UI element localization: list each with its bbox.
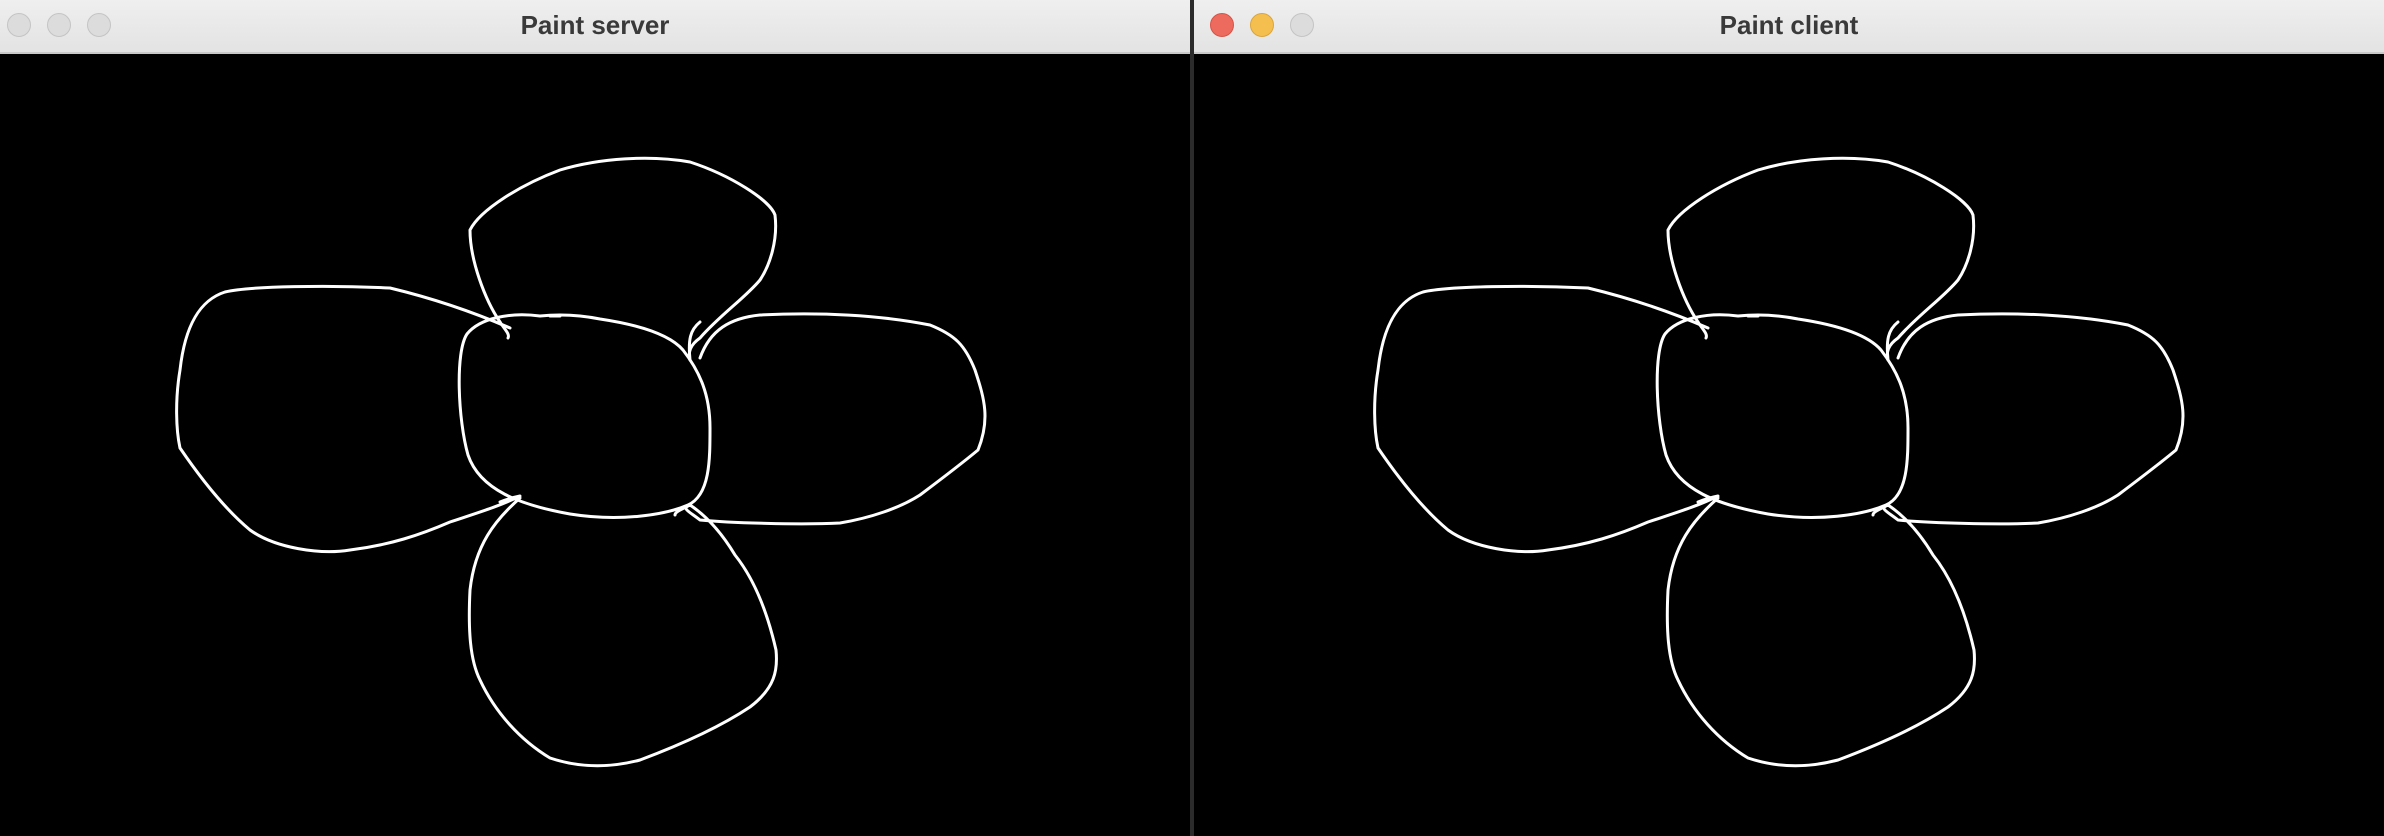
top-petal — [1666, 156, 1976, 362]
client-window-title: Paint client — [1719, 10, 1859, 40]
left-petal — [175, 284, 522, 554]
bottom-petal — [1665, 496, 1976, 768]
server-flower-drawing — [175, 156, 987, 768]
right-petal — [1882, 312, 2185, 526]
left-petal — [1373, 284, 1720, 554]
client-drawing-canvas[interactable] — [1194, 54, 2384, 836]
client-title-bar[interactable]: Paint client — [1194, 0, 2384, 54]
right-petal — [684, 312, 987, 526]
desktop-screen: Paint server Paint client — [0, 0, 2384, 836]
center-petal — [1655, 313, 1910, 519]
center-petal — [457, 313, 712, 519]
server-drawing-canvas[interactable] — [0, 54, 1190, 836]
paint-client-window: Paint client — [1194, 0, 2384, 836]
server-window-title: Paint server — [520, 10, 670, 40]
bottom-petal — [467, 496, 778, 768]
server-title-bar[interactable]: Paint server — [0, 0, 1190, 54]
client-flower-drawing — [1373, 156, 2185, 768]
paint-server-window: Paint server — [0, 0, 1190, 836]
top-petal — [468, 156, 778, 362]
